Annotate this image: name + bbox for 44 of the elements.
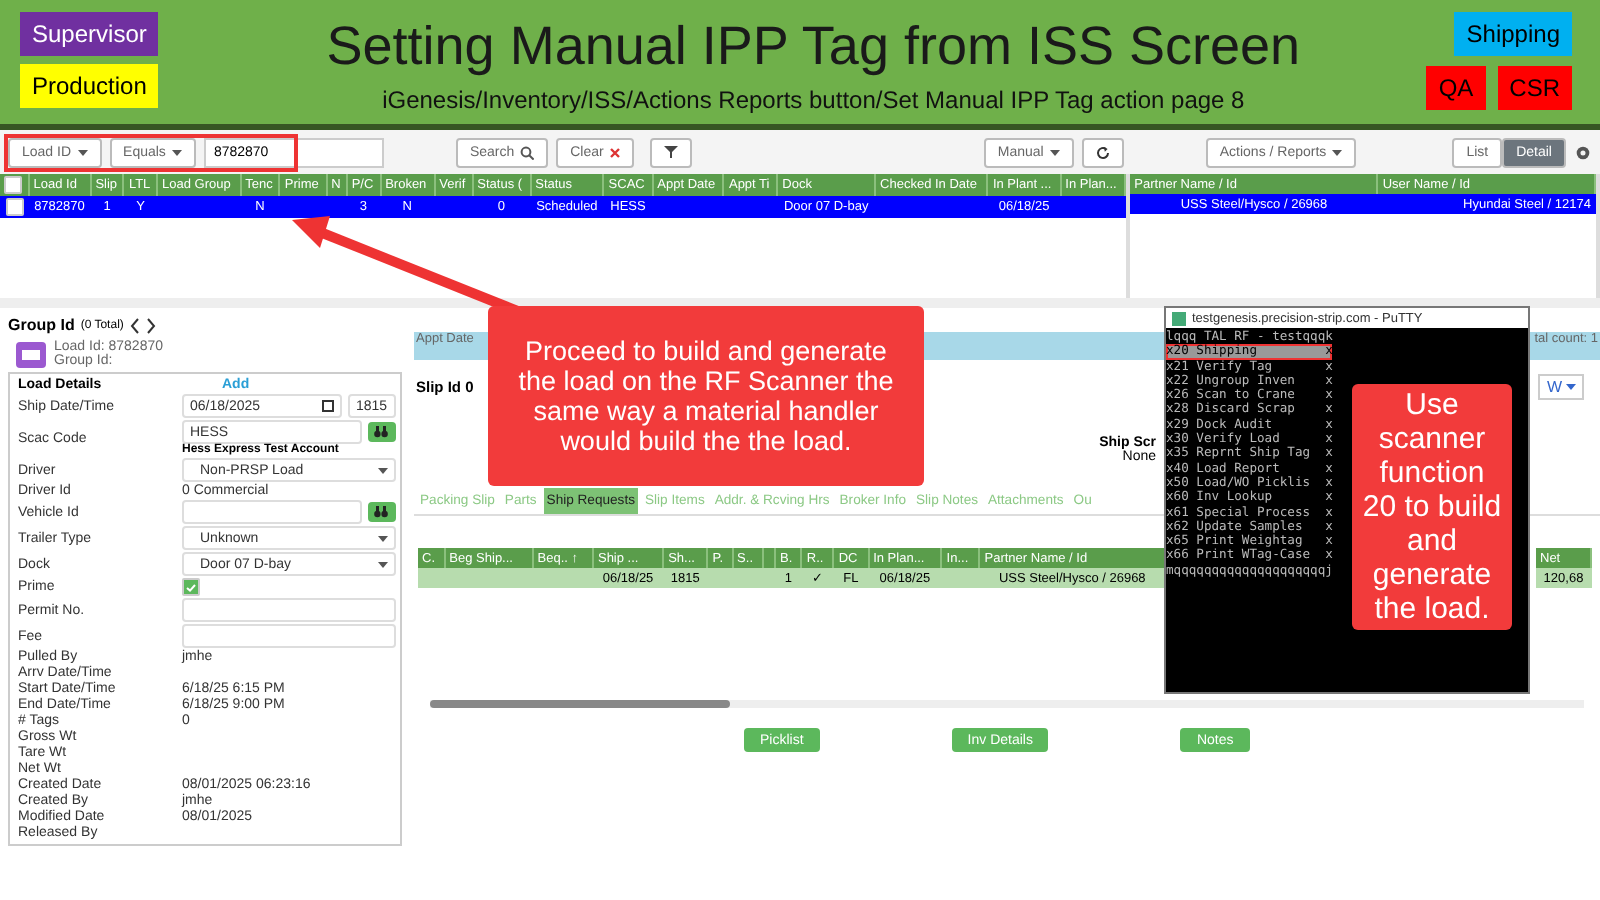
check-icon [186,583,196,591]
role-badge: Production [20,64,159,108]
input-field[interactable] [182,500,362,524]
input-field[interactable] [182,598,396,622]
filter-icon [663,146,678,158]
group-title: Group Id [8,316,75,334]
callout-box: Use scanner function 20 to build and generate the load. [1352,384,1512,630]
refresh-icon [1095,145,1110,159]
binoculars-icon [374,426,389,438]
caret-icon [1566,383,1576,389]
search-icon [520,145,535,159]
caret-icon [377,561,388,567]
callout-box: Proceed to build and generate the load on the RF Scanner the same way a material handler would build the the load. [488,306,924,486]
filter-button[interactable] [649,137,692,167]
checkbox[interactable] [182,578,200,596]
input-field[interactable] [182,624,396,648]
role-badge: CSR [1497,66,1572,110]
horizontal-scrollbar[interactable] [430,700,1584,708]
w-dropdown[interactable]: W [1538,373,1584,399]
chevron-left-icon[interactable] [129,317,140,333]
lookup-button[interactable] [367,422,396,442]
role-badge: Supervisor [20,12,159,56]
binoculars-icon [374,506,389,518]
terminal-icon [1172,311,1186,325]
caret-icon [171,149,182,155]
table-cell [418,568,445,588]
caret-icon [1332,149,1343,155]
role-badge: Shipping [1454,12,1572,56]
checkbox[interactable] [4,176,22,194]
slide-title: Setting Manual IPP Tag from ISS Screen [326,16,1301,78]
lookup-button[interactable] [367,502,396,522]
caret-icon [77,149,88,155]
refresh-button[interactable] [1081,137,1124,167]
caret-icon [377,535,388,541]
chevron-right-icon[interactable] [145,317,156,333]
caret-icon [1049,149,1060,155]
caret-icon [377,467,388,473]
slide-subtitle: iGenesis/Inventory/ISS/Actions Reports button/Set Manual IPP Tag action page 8 [382,86,1245,114]
calendar-icon [322,400,334,412]
checkbox[interactable] [5,198,24,216]
table-cell[interactable] [0,196,29,218]
settings-icon[interactable] [1574,143,1592,161]
role-badge: QA [1426,66,1486,110]
close-icon [609,147,620,157]
